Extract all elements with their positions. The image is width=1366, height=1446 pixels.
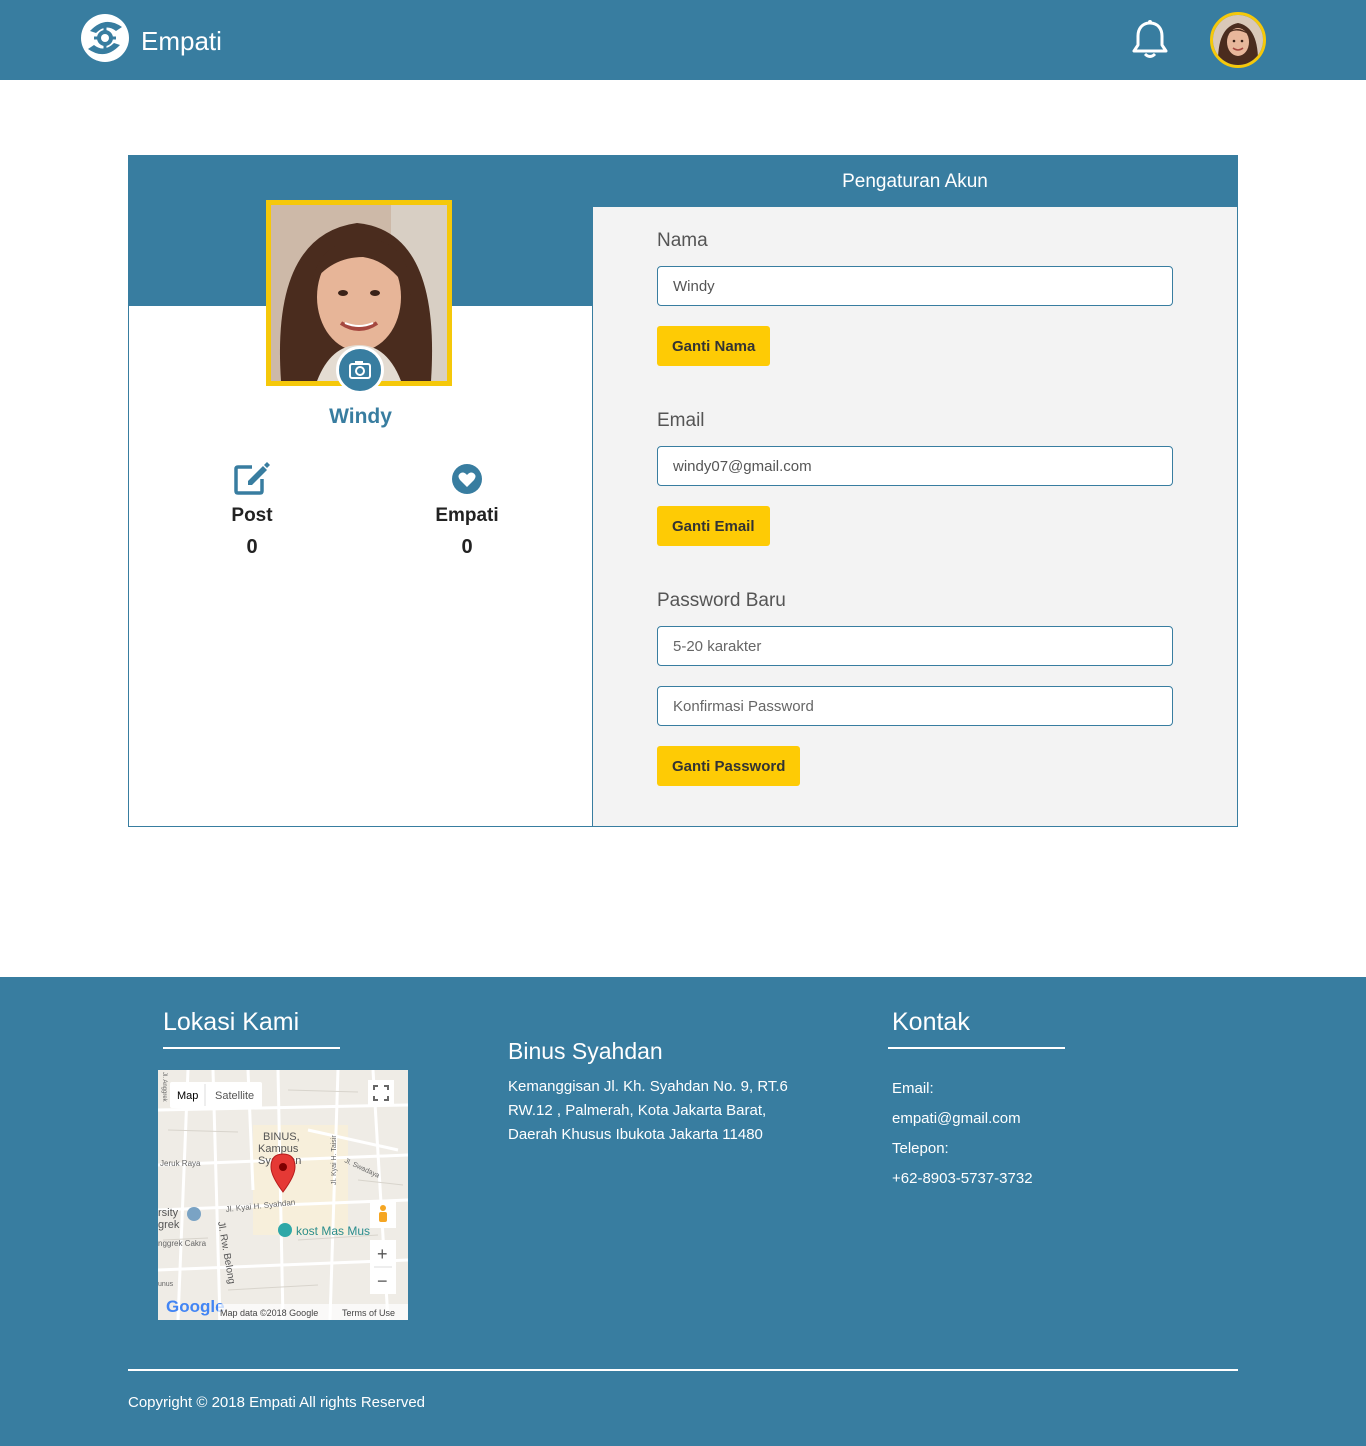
contact-title: Kontak [892, 1008, 970, 1036]
footer: Lokasi Kami Map Satellite BINUS, Kampus … [0, 977, 1366, 1446]
zoom-out-button[interactable]: − [377, 1271, 388, 1291]
change-name-button[interactable]: Ganti Nama [657, 326, 771, 366]
map-label-anggrek: Jl. Anggrek [161, 1072, 167, 1103]
lodging-icon [278, 1223, 292, 1237]
email-input[interactable] [657, 446, 1173, 486]
map-label-binus: BINUS, [263, 1131, 300, 1143]
profile-name: Windy [329, 405, 392, 428]
map-label-kampus: Kampus [258, 1143, 299, 1155]
settings-form: Nama Ganti Nama Email Ganti Email Passwo… [592, 207, 1237, 826]
map-label-kost: kost Mas Mus [296, 1224, 370, 1238]
contact-phone[interactable]: +62-8903-5737-3732 [892, 1164, 1033, 1194]
change-email-button[interactable]: Ganti Email [657, 506, 770, 546]
confirm-password-input[interactable] [657, 686, 1173, 726]
map-label-jeruk-raya: Jeruk Raya [160, 1159, 201, 1168]
map-tab-satellite[interactable]: Satellite [215, 1090, 254, 1102]
fullscreen-icon[interactable] [368, 1080, 394, 1106]
map-tab-map[interactable]: Map [177, 1090, 198, 1102]
copyright-text: Copyright © 2018 Empati All rights Reser… [128, 1394, 426, 1411]
top-navbar: Empati [0, 0, 1366, 80]
post-count: 0 [246, 536, 258, 558]
account-card: Pengaturan Akun Windy Post 0 Empati 0 Na… [128, 155, 1238, 827]
post-stat: Post 0 [192, 461, 312, 558]
location-map[interactable]: Map Satellite BINUS, Kampus Syahdan Jeru… [158, 1070, 408, 1320]
camera-icon [349, 361, 371, 379]
contact-email[interactable]: empati@gmail.com [892, 1104, 1033, 1134]
bell-icon[interactable] [1130, 18, 1170, 60]
address-text: Kemanggisan Jl. Kh. Syahdan No. 9, RT.6 … [508, 1078, 788, 1143]
new-password-input[interactable] [657, 626, 1173, 666]
map-label-grek: grek [158, 1219, 180, 1231]
name-input[interactable] [657, 266, 1173, 306]
map-label-rsity: rsity [158, 1207, 179, 1219]
name-label: Nama [657, 230, 708, 251]
change-password-button[interactable]: Ganti Password [657, 746, 801, 786]
map-attribution: Map data ©2018 Google [220, 1308, 318, 1318]
heart-icon [407, 461, 527, 497]
contact-info: Email: empati@gmail.com Telepon: +62-890… [892, 1074, 1033, 1194]
contact-phone-label: Telepon: [892, 1140, 949, 1157]
address-title: Binus Syahdan [508, 1038, 663, 1064]
empati-count: 0 [461, 536, 473, 558]
user-avatar[interactable] [1210, 12, 1266, 68]
edit-icon [192, 461, 312, 497]
map-terms-link[interactable]: Terms of Use [342, 1308, 395, 1318]
pegman-icon[interactable] [370, 1202, 396, 1228]
change-photo-button[interactable] [336, 346, 384, 394]
contact-email-label: Email: [892, 1080, 934, 1097]
post-label: Post [231, 505, 273, 526]
contact-underline [888, 1047, 1065, 1049]
footer-divider [128, 1369, 1238, 1371]
map-label-anggrek-cakra: nggrek Cakra [158, 1239, 207, 1248]
map-label-taisir: Jl. Kyai H. Taisir [331, 1135, 338, 1185]
location-underline [163, 1047, 340, 1049]
empati-stat: Empati 0 [407, 461, 527, 558]
location-title: Lokasi Kami [163, 1008, 300, 1036]
email-label: Email [657, 410, 705, 431]
university-icon [187, 1207, 201, 1221]
password-label: Password Baru [657, 590, 786, 611]
empati-logo-icon[interactable] [80, 13, 130, 63]
google-logo: Google [166, 1297, 225, 1316]
settings-title: Pengaturan Akun [842, 171, 988, 192]
map-label-unus: unus [158, 1281, 174, 1288]
zoom-in-button[interactable]: + [377, 1244, 388, 1264]
empati-label: Empati [435, 505, 499, 526]
brand-name[interactable]: Empati [141, 26, 222, 56]
